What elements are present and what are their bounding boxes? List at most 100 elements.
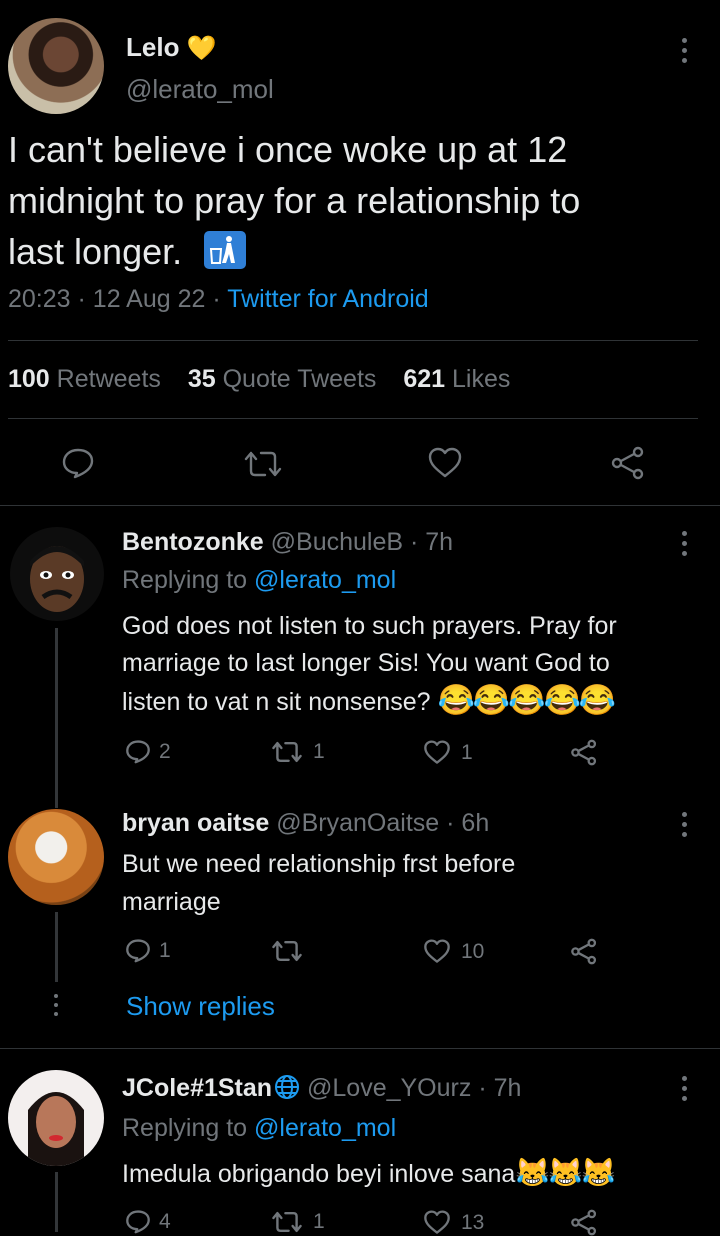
author-handle[interactable]: @lerato_mol	[126, 74, 274, 105]
retweet-icon	[272, 742, 302, 762]
retweets-count: 100	[8, 365, 50, 393]
tweet-time[interactable]: 20:23	[8, 285, 71, 313]
replying-to-label: Replying to	[122, 566, 248, 594]
reply-author-handle[interactable]: @BuchuleB	[271, 528, 403, 556]
reply-text-line: But we need relationship frst before	[122, 850, 516, 878]
reply-icon	[126, 740, 150, 764]
meta-separator: ·	[77, 285, 86, 313]
retweet-icon	[272, 941, 302, 961]
show-replies-link[interactable]: Show replies	[126, 991, 275, 1022]
reply-text: Imedula obrigando beyi inlove sana😹😹😹	[122, 1156, 616, 1189]
retweet-action[interactable]: 1	[271, 1210, 325, 1234]
reply-action[interactable]: 4	[125, 1209, 171, 1234]
likes-label: Likes	[452, 365, 511, 393]
likes-stat[interactable]: 621 Likes	[403, 365, 510, 393]
author-name-text: Lelo	[126, 32, 180, 62]
replying-to-handle[interactable]: @lerato_mol	[254, 1114, 396, 1142]
retweet-count: 1	[313, 740, 325, 763]
reply-text-line-part: listen to vat n sit nonsense?	[122, 688, 431, 716]
share-icon[interactable]	[570, 938, 598, 965]
more-options-icon[interactable]	[681, 38, 687, 63]
reply-icon	[126, 939, 150, 963]
thread-more-icon	[53, 994, 59, 1016]
like-icon	[424, 939, 450, 963]
like-count: 13	[461, 1210, 485, 1234]
tweet-text: I can't believe i once woke up at 12 mid…	[8, 124, 708, 277]
reply-age: · 6h	[446, 809, 490, 837]
reply-icon	[126, 1210, 150, 1234]
replying-to: Replying to @lerato_mol	[122, 1114, 396, 1143]
reply-count: 1	[159, 938, 171, 962]
divider	[0, 505, 720, 506]
reply-author-name[interactable]: JCole#1Stan	[122, 1074, 272, 1102]
more-options-icon[interactable]	[681, 531, 687, 556]
replying-to-handle[interactable]: @lerato_mol	[254, 566, 396, 594]
replying-to: Replying to @lerato_mol	[122, 566, 396, 595]
likes-count: 621	[403, 365, 446, 393]
reply-age: · 7h	[410, 528, 454, 556]
globe-icon	[274, 1074, 300, 1107]
avatar-bentozonke[interactable]	[10, 527, 104, 621]
reply-text-line: Imedula obrigando beyi inlove sana	[122, 1160, 516, 1188]
like-action[interactable]: 10	[423, 939, 484, 964]
like-icon	[424, 1210, 450, 1234]
tweet-date[interactable]: 12 Aug 22	[93, 285, 206, 313]
reply-text-line: God does not listen to such prayers. Pra…	[122, 612, 617, 640]
reply-count: 2	[159, 739, 171, 763]
tweet-meta: 20:23 · 12 Aug 22 · Twitter for Android	[8, 285, 429, 314]
tweet-text-line: last longer.	[8, 226, 708, 277]
retweets-stat[interactable]: 100 Retweets	[8, 365, 161, 393]
author-name[interactable]: Lelo 💛	[126, 32, 217, 63]
reply-action[interactable]: 1	[125, 938, 171, 963]
reply-header: bryan oaitse @BryanOaitse · 6h	[122, 809, 489, 838]
reply-text-line: listen to vat n sit nonsense? 😂😂😂😂😂	[122, 682, 617, 721]
more-options-icon[interactable]	[681, 812, 687, 837]
tweet-text-line: midnight to pray for a relationship to	[8, 180, 581, 221]
thread-line	[55, 1172, 58, 1232]
tweet-stats: 100 Retweets 35 Quote Tweets 621 Likes	[8, 365, 510, 394]
reply-age: · 7h	[478, 1074, 522, 1102]
reply-author-name[interactable]: bryan oaitse	[122, 809, 269, 837]
avatar-jcole[interactable]	[8, 1070, 104, 1166]
reply-icon[interactable]	[61, 447, 95, 479]
avatar-bryan[interactable]	[8, 809, 104, 905]
reply-author-handle[interactable]: @Love_YOurz	[307, 1074, 471, 1102]
like-count: 10	[461, 939, 485, 963]
reply-action[interactable]: 2	[125, 739, 171, 764]
thread-line	[55, 628, 58, 808]
like-count: 1	[461, 740, 473, 764]
meta-separator: ·	[212, 285, 221, 313]
reply-text: But we need relationship frst before mar…	[122, 845, 515, 921]
share-icon[interactable]	[570, 739, 598, 766]
reply-header: JCole#1Stan @Love_YOurz · 7h	[122, 1074, 521, 1107]
cat-tears-of-joy-emoji: 😹😹😹	[515, 1157, 616, 1188]
replying-to-label: Replying to	[122, 1114, 248, 1142]
yellow-heart-emoji: 💛	[186, 35, 217, 62]
reply-header: Bentozonke @BuchuleB · 7h	[122, 528, 453, 557]
like-action[interactable]: 13	[423, 1210, 484, 1235]
tweet-text-line: I can't believe i once woke up at 12	[8, 129, 568, 170]
retweet-count: 1	[313, 1210, 325, 1233]
divider	[0, 1048, 720, 1049]
thread-line	[55, 912, 58, 982]
reply-count: 4	[159, 1209, 171, 1233]
litter-bin-emoji	[204, 231, 247, 269]
tweet-source-link[interactable]: Twitter for Android	[227, 285, 428, 313]
quotes-label: Quote Tweets	[222, 365, 377, 393]
like-icon	[424, 740, 450, 764]
more-options-icon[interactable]	[681, 1076, 687, 1101]
tweet-text-line-part: last longer.	[8, 231, 183, 272]
like-icon[interactable]	[427, 447, 463, 479]
retweets-label: Retweets	[56, 365, 161, 393]
reply-author-handle[interactable]: @BryanOaitse	[276, 809, 439, 837]
share-icon[interactable]	[610, 446, 646, 480]
retweet-action[interactable]	[271, 939, 313, 963]
retweet-action[interactable]: 1	[271, 740, 325, 764]
like-action[interactable]: 1	[423, 740, 473, 765]
retweet-icon[interactable]	[243, 449, 283, 479]
reply-author-name[interactable]: Bentozonke	[122, 528, 264, 556]
quotes-stat[interactable]: 35 Quote Tweets	[188, 365, 377, 393]
tears-of-joy-emoji: 😂😂😂😂😂	[437, 684, 616, 717]
avatar-lelo[interactable]	[8, 18, 104, 114]
reply-text: God does not listen to such prayers. Pra…	[122, 608, 617, 721]
